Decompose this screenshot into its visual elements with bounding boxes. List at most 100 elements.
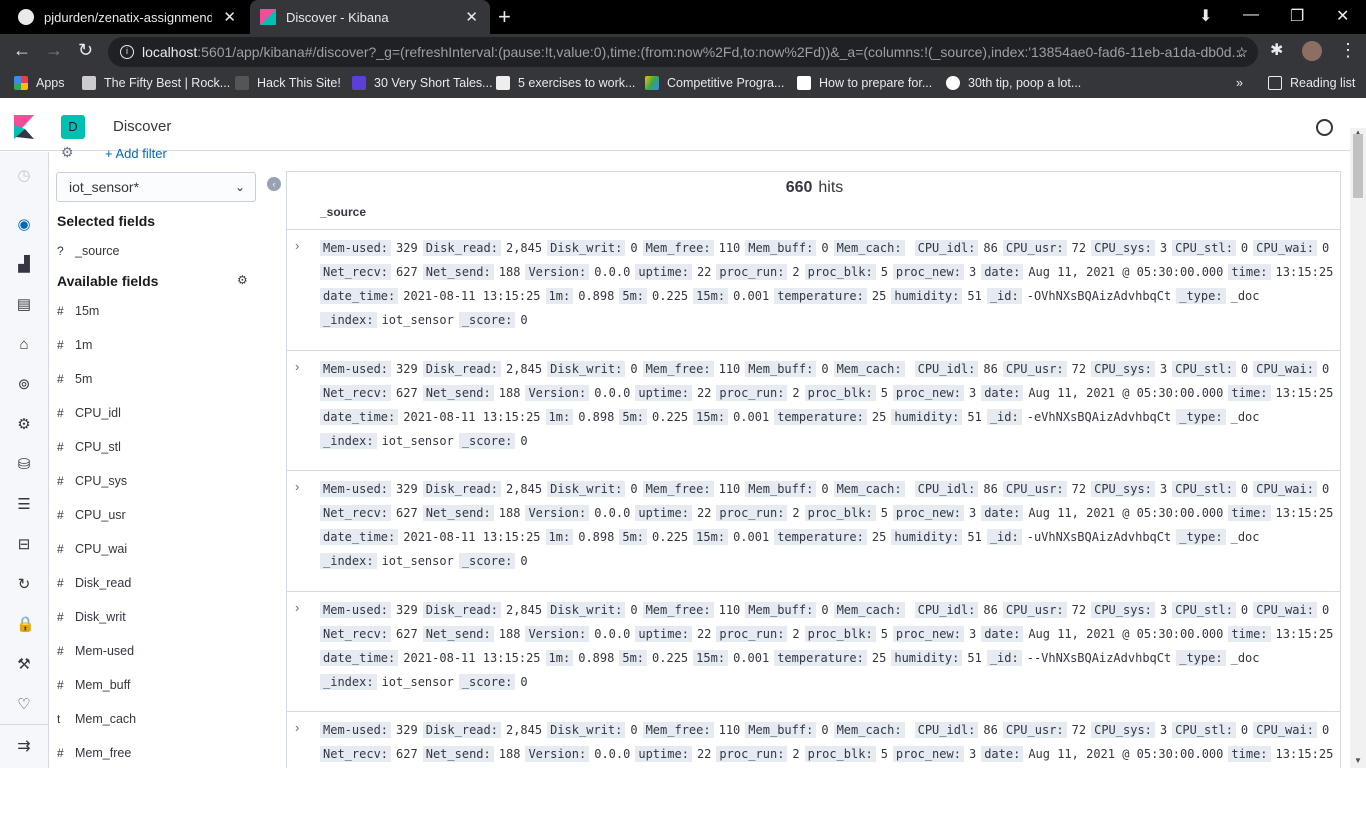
dev-tools-icon[interactable]: ⚒ [16, 657, 32, 673]
site-info-icon[interactable]: i [120, 45, 134, 59]
available-field-item[interactable]: #15m [57, 301, 99, 321]
available-field-item[interactable]: # Mem-used [57, 641, 134, 661]
browser-tab-github[interactable]: pjdurden/zenatix-assignmendoc ✕ [0, 0, 248, 34]
expand-row-icon[interactable]: › [295, 238, 299, 253]
close-icon[interactable]: ✕ [223, 8, 236, 26]
available-field-item[interactable]: # CPU_usr [57, 505, 126, 525]
apm-icon[interactable]: ⊟ [16, 537, 32, 553]
available-field-item[interactable]: t Mem_cach [57, 709, 136, 729]
ml-icon[interactable]: ⚙ [16, 417, 32, 433]
field-key: uptime: [635, 384, 692, 401]
visualize-icon[interactable]: ▟ [16, 257, 32, 273]
address-bar[interactable]: i localhost:5601/app/kibana#/discover?_g… [108, 37, 1258, 67]
field-key: Mem-used: [320, 481, 392, 497]
field-key: proc_new: [892, 264, 964, 280]
bookmark-item[interactable]: Hack This Site! [235, 76, 341, 90]
doc-source-line: date_time: 2021-08-11 13:15:25 1m: 0.898 5m:… [320, 286, 1265, 306]
available-field-item[interactable]: #5m [57, 369, 92, 389]
kibana-logo-icon[interactable] [14, 115, 34, 139]
menu-icon[interactable]: ⋮ [1339, 40, 1357, 61]
add-filter-link[interactable]: + Add filter [105, 146, 167, 161]
scroll-thumb[interactable] [1353, 134, 1363, 198]
maps-icon[interactable]: ⊚ [16, 377, 32, 393]
reload-icon[interactable]: ↻ [78, 40, 93, 61]
browser-tab-kibana[interactable]: Discover - Kibana ✕ [250, 0, 490, 34]
table-row[interactable]: › Mem-used: 329 Disk_read: 2,845 Disk_writ: 0 M… [287, 711, 1340, 768]
bookmark-item[interactable]: The Fifty Best | Rock... [82, 76, 230, 90]
nav-collapse-icon[interactable]: ⇉ [0, 724, 48, 768]
new-tab-button[interactable]: + [498, 4, 511, 30]
reading-list-button[interactable]: Reading list [1268, 76, 1355, 90]
bookmark-item[interactable]: 30 Very Short Tales... [352, 76, 493, 90]
selected-field-source[interactable]: ? _source [57, 241, 119, 261]
expand-row-icon[interactable]: › [295, 479, 299, 494]
index-pattern-select[interactable]: iot_sensor* ⌄ [56, 172, 256, 202]
available-field-item[interactable]: # Disk_read [57, 573, 131, 593]
infrastructure-icon[interactable]: ⛁ [16, 457, 32, 473]
table-row[interactable]: › Mem-used: 329 Disk_read: 2,845 Disk_writ: 0 M… [287, 470, 1340, 590]
table-row[interactable]: › Mem-used: 329 Disk_read: 2,845 Disk_writ: 0 M… [287, 229, 1340, 349]
forward-icon[interactable]: → [45, 40, 63, 61]
field-key: date: [981, 746, 1024, 762]
available-field-item[interactable]: # CPU_idl [57, 403, 121, 423]
field-value: 86 [983, 361, 998, 376]
field-type-icon: # [57, 644, 64, 658]
available-field-item[interactable]: # CPU_sys [57, 471, 127, 491]
field-key: 1m: [545, 288, 574, 304]
back-icon[interactable]: ← [13, 40, 31, 61]
table-row[interactable]: › Mem-used: 329 Disk_read: 2,845 Disk_writ: 0 M… [287, 590, 1340, 711]
recent-icon[interactable]: ◷ [16, 168, 32, 184]
expand-row-icon[interactable]: › [295, 359, 299, 374]
field-value: 0 [630, 602, 638, 617]
field-type-icon: # [57, 474, 64, 488]
space-avatar[interactable]: D [61, 115, 85, 139]
discover-icon[interactable]: ◉ [16, 217, 32, 233]
maximize-button[interactable]: ❐ [1290, 6, 1304, 26]
doc-source-line: Net_recv: 627 Net_send: 188 Version: 0.0.0 upt… [320, 624, 1338, 644]
scrollbar[interactable]: ▲ ▼ [1350, 128, 1366, 768]
minimize-button[interactable]: — [1243, 6, 1259, 24]
more-bookmarks-icon[interactable]: » [1236, 76, 1243, 90]
monitoring-icon[interactable]: ♡ [16, 697, 32, 713]
profile-menu-icon[interactable]: ⬇ [1199, 6, 1212, 26]
logs-icon[interactable]: ☰ [16, 497, 32, 513]
available-field-item[interactable]: # Disk_writ [57, 607, 126, 627]
canvas-icon[interactable]: ⌂ [16, 337, 32, 353]
available-field-item[interactable]: # CPU_stl [57, 437, 121, 457]
help-icon[interactable] [1316, 119, 1333, 136]
gear-icon[interactable]: ⚙ [61, 144, 74, 161]
extensions-icon[interactable]: ✱ [1270, 40, 1283, 60]
field-key: CPU_wai: [1253, 722, 1317, 738]
field-key: _id: [986, 529, 1022, 545]
column-header-source[interactable]: _source [320, 205, 366, 219]
available-field-item[interactable]: # Mem_free [57, 743, 131, 763]
bookmark-item[interactable]: 30th tip, poop a lot... [946, 76, 1081, 90]
scroll-down-icon[interactable]: ▼ [1354, 756, 1362, 765]
field-value: 329 [396, 482, 418, 496]
available-field-item[interactable]: # CPU_wai [57, 539, 127, 559]
bookmark-item[interactable]: 5 exercises to work... [496, 76, 635, 90]
close-window-button[interactable]: ✕ [1336, 6, 1349, 26]
expand-row-icon[interactable]: › [295, 600, 299, 615]
field-name: CPU_idl [75, 406, 121, 420]
bookmark-star-icon[interactable]: ☆ [1235, 37, 1248, 67]
bookmark-label: Competitive Progra... [667, 76, 785, 90]
bookmark-item[interactable]: How to prepare for... [797, 76, 932, 90]
bookmark-item[interactable]: Competitive Progra... [645, 76, 784, 90]
available-field-item[interactable]: #1m [57, 335, 92, 355]
siem-icon[interactable]: 🔒 [16, 617, 35, 633]
field-value: 188 [498, 747, 521, 761]
expand-row-icon[interactable]: › [295, 720, 299, 735]
field-value: 3 [968, 265, 977, 279]
avatar[interactable] [1302, 41, 1322, 61]
table-row[interactable]: › Mem-used: 329 Disk_read: 2,845 Disk_writ: 0 M… [287, 349, 1340, 470]
dashboard-icon[interactable]: ▤ [16, 297, 32, 313]
field-type-icon: # [57, 440, 64, 454]
gear-icon[interactable]: ⚙ [237, 273, 248, 287]
field-value: 188 [498, 265, 521, 279]
uptime-icon[interactable]: ↻ [16, 577, 32, 593]
collapse-sidebar-icon[interactable]: ‹ [267, 177, 281, 191]
available-field-item[interactable]: # Mem_buff [57, 675, 130, 695]
close-icon[interactable]: ✕ [465, 8, 478, 26]
bookmark-apps[interactable]: Apps [14, 76, 65, 90]
